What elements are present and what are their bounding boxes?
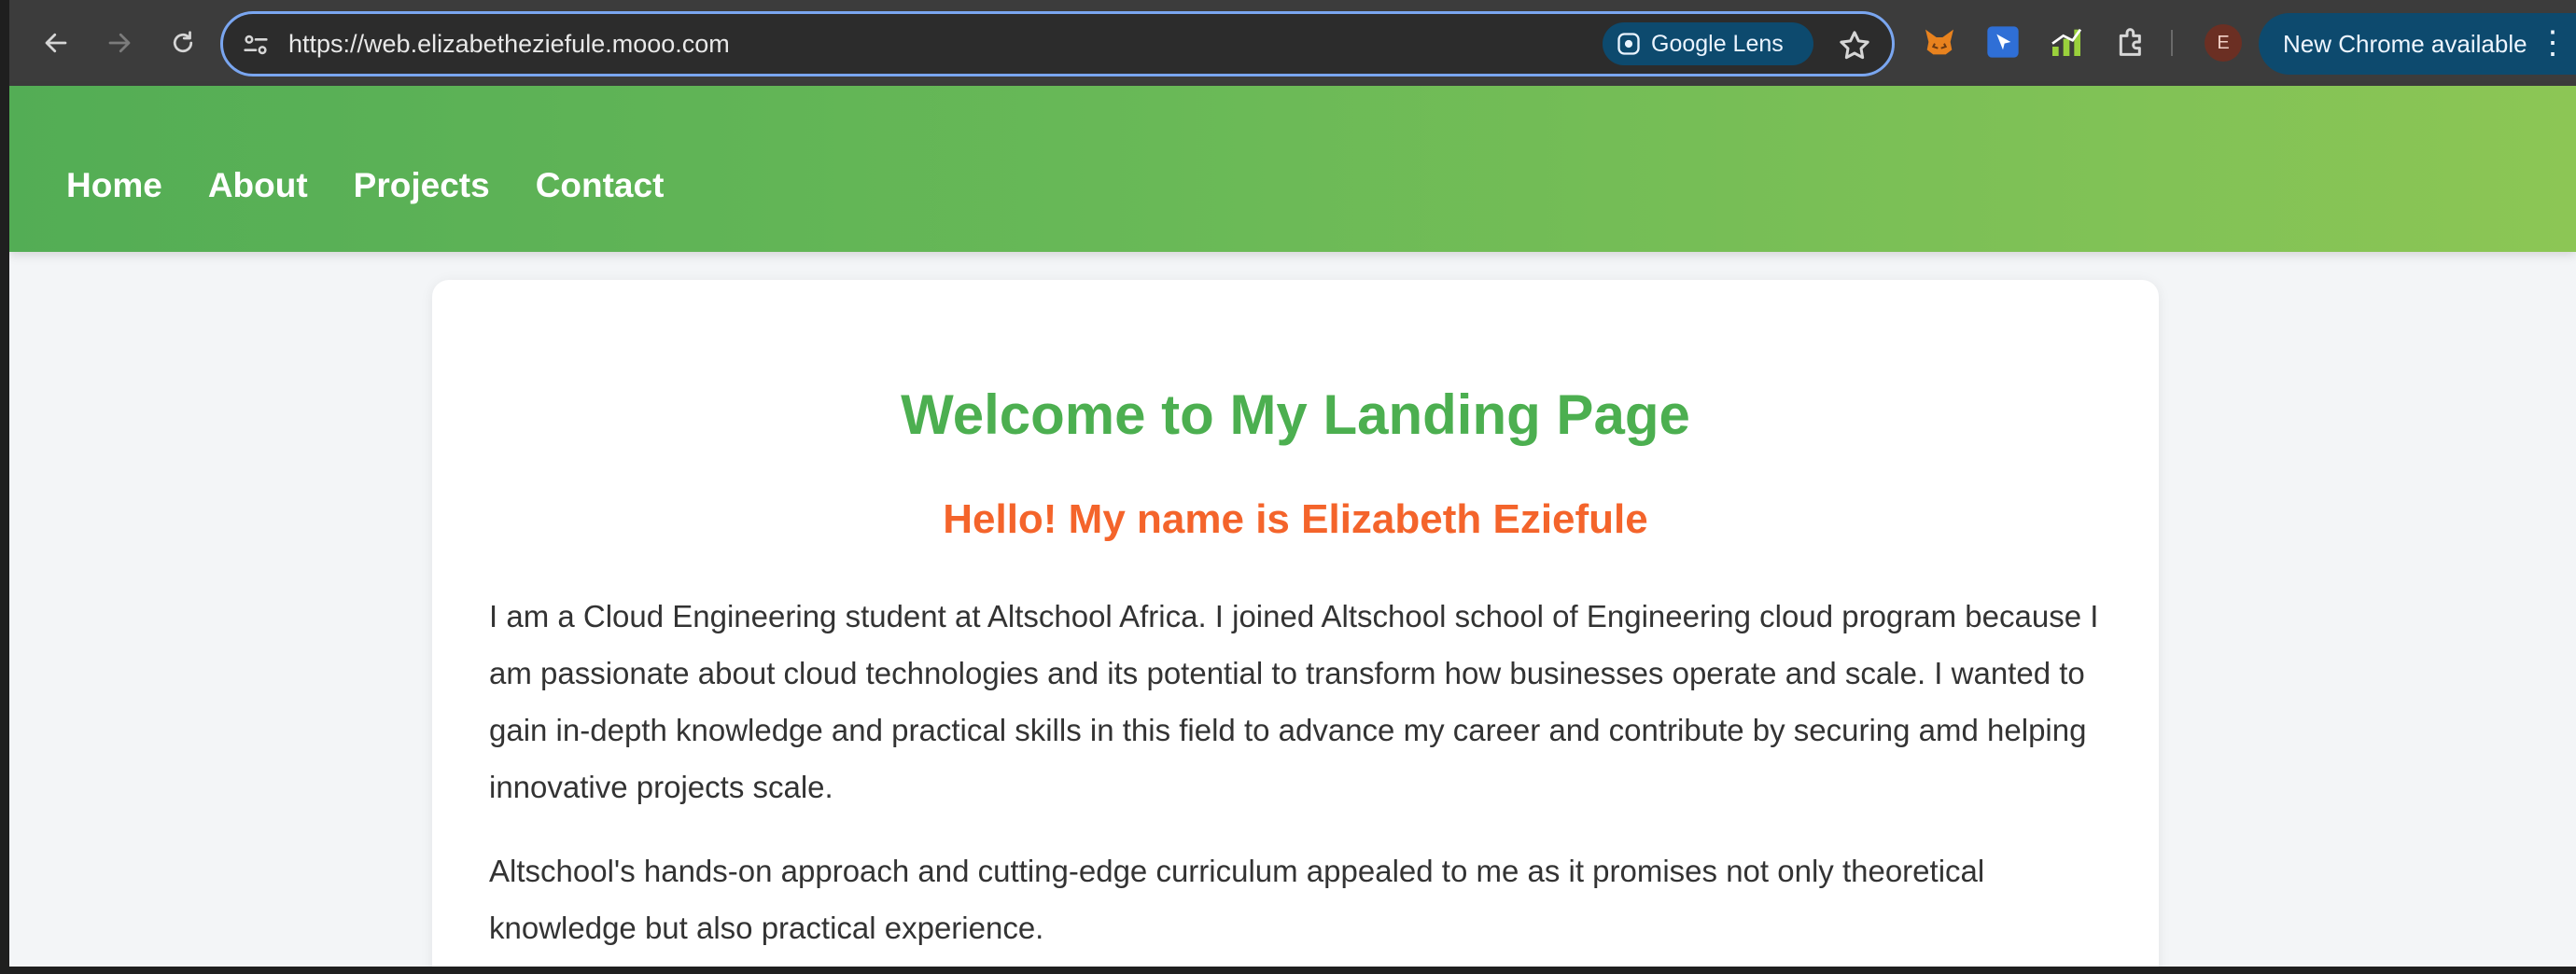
nav-projects-link[interactable]: Projects [354, 166, 490, 204]
forward-arrow-icon [108, 33, 131, 53]
browser-toolbar: https://web.elizabetheziefule.mooo.com G… [9, 0, 2576, 86]
site-info-icon[interactable] [240, 29, 272, 61]
reload-button[interactable] [161, 21, 205, 65]
back-button[interactable] [34, 21, 78, 65]
google-lens-button[interactable]: Google Lens [1603, 22, 1813, 65]
profile-avatar[interactable]: E [2205, 24, 2242, 62]
nav-about-link[interactable]: About [208, 166, 308, 204]
nav-home-link[interactable]: Home [66, 166, 162, 204]
new-chrome-button[interactable]: New Chrome available ⋮ [2259, 13, 2576, 75]
extensions-puzzle-icon[interactable] [2113, 23, 2150, 61]
forward-button[interactable] [97, 21, 142, 65]
content-card: Welcome to My Landing Page Hello! My nam… [432, 280, 2159, 967]
nav-contact-link[interactable]: Contact [536, 166, 665, 204]
google-lens-icon [1617, 33, 1640, 55]
nav-list: Home About Projects Contact [66, 166, 709, 205]
greeting-heading: Hello! My name is Elizabeth Eziefule [943, 496, 1648, 542]
url-text[interactable]: https://web.elizabetheziefule.mooo.com [288, 30, 730, 59]
cursor-extension-icon[interactable] [1984, 23, 2022, 61]
browser-window: https://web.elizabetheziefule.mooo.com G… [9, 0, 2576, 967]
altschool-paragraph: Altschool's hands-on approach and cuttin… [489, 854, 1985, 945]
metamask-fox-icon[interactable] [1921, 23, 1958, 61]
chrome-menu-icon[interactable]: ⋮ [2537, 24, 2569, 62]
google-lens-label: Google Lens [1651, 30, 1784, 57]
signal-bars-extension-icon[interactable] [2048, 23, 2085, 61]
update-label: New Chrome available [2283, 29, 2527, 58]
toolbar-divider [2171, 30, 2173, 56]
page-title: Welcome to My Landing Page [901, 383, 1690, 446]
reload-icon [173, 31, 193, 53]
bookmark-star-icon[interactable] [1836, 27, 1873, 64]
back-arrow-icon [45, 33, 67, 53]
site-header-nav: Home About Projects Contact [9, 86, 2576, 252]
intro-paragraph: I am a Cloud Engineering student at Alts… [489, 599, 2099, 804]
address-bar[interactable]: https://web.elizabetheziefule.mooo.com G… [220, 11, 1895, 77]
